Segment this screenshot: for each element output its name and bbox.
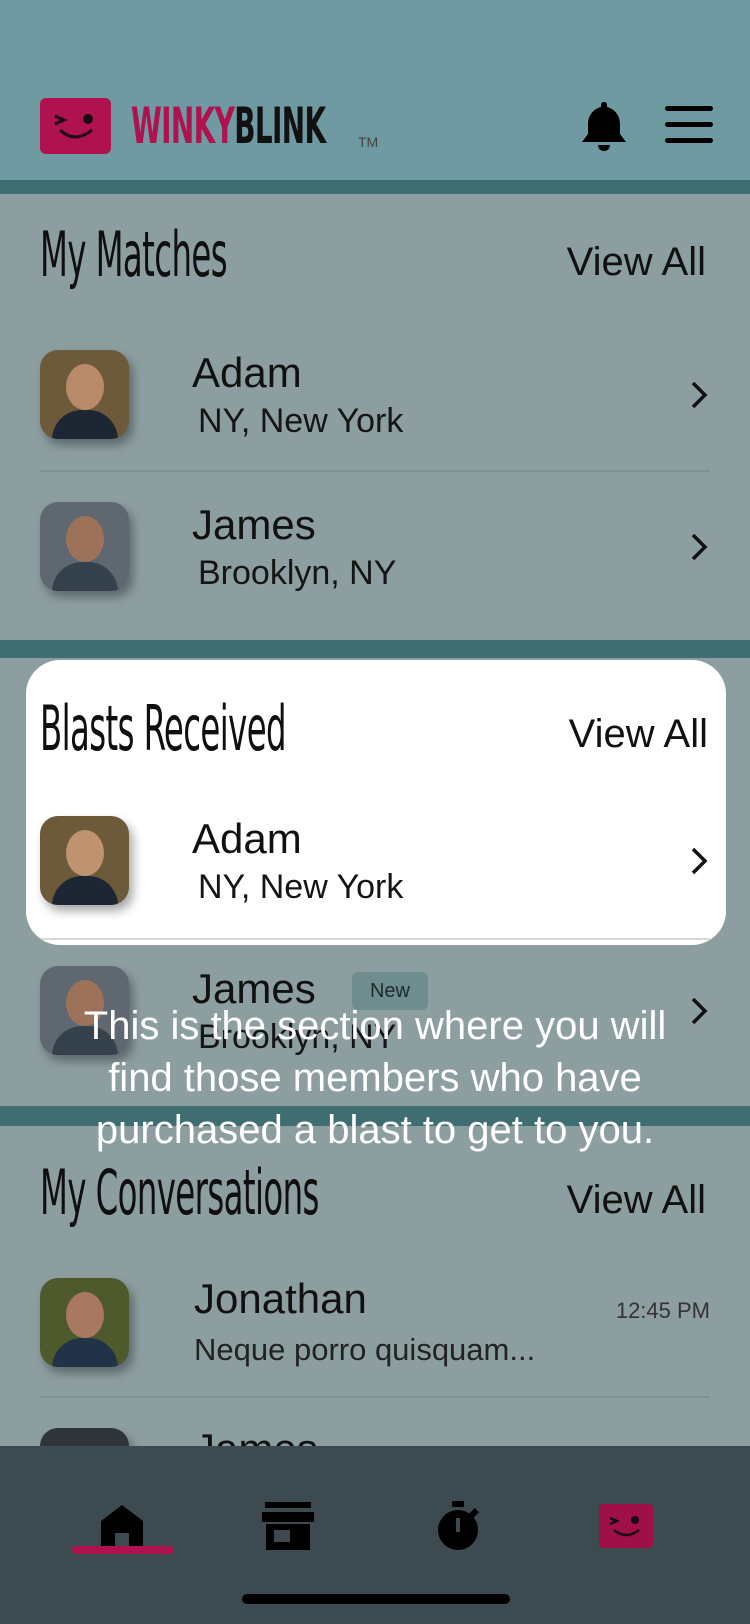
conversations-title: My Conversations [40,1156,319,1229]
winkyblink-face-icon [40,98,111,154]
chevron-right-icon [691,533,708,561]
chevron-right-icon [691,997,708,1025]
bell-icon[interactable] [579,100,629,152]
chevron-right-icon [691,381,708,409]
blasts-title: Blasts Received [40,692,287,765]
app-screen: WINKYBLINK TM My Matches View All Adam N… [0,0,750,1624]
tab-profile[interactable] [576,1486,676,1566]
conversation-name: James [194,1428,318,1446]
conversations-view-all-link[interactable]: View All [567,1180,706,1220]
tab-home[interactable] [72,1486,172,1566]
active-tab-indicator [72,1546,174,1554]
avatar [40,816,129,905]
app-header: WINKYBLINK TM [0,0,750,180]
conversation-row-jonathan[interactable]: Jonathan Neque porro quisquam... 12:45 P… [40,1278,710,1398]
matches-title: My Matches [40,218,228,291]
match-row-adam[interactable]: Adam NY, New York [40,349,710,472]
onboarding-tooltip-text: This is the section where you will find … [83,1004,667,1152]
avatar [40,350,129,439]
row-divider [40,1396,710,1398]
header-divider [0,180,750,194]
app-logo[interactable]: WINKYBLINK TM [40,98,445,154]
match-row-james[interactable]: James Brooklyn, NY [40,502,710,622]
row-divider [40,938,710,940]
matches-section: My Matches View All Adam NY, New York Ja… [0,194,750,640]
tab-store[interactable] [238,1486,338,1566]
conversation-row-james[interactable]: James [40,1428,710,1446]
match-location: Brooklyn, NY [198,554,397,592]
avatar [40,1428,129,1446]
winkyblink-face-icon [599,1504,653,1548]
logo-trademark: TM [358,134,379,150]
stopwatch-icon [438,1501,479,1550]
avatar [40,1278,129,1367]
conversation-preview: Neque porro quisquam... [194,1332,536,1367]
tab-timer[interactable] [408,1486,508,1566]
section-divider [0,640,750,658]
blast-name: Adam [192,815,302,862]
chevron-right-icon [691,847,708,875]
match-name: James [192,501,316,548]
conversation-name: Jonathan [194,1275,367,1322]
matches-view-all-link[interactable]: View All [567,242,706,282]
logo-part-winky: WINKY [131,97,235,155]
logo-part-blink: BLINK [234,97,326,155]
home-indicator[interactable] [242,1594,510,1604]
hamburger-menu-icon[interactable] [665,106,713,144]
home-icon [101,1505,143,1547]
row-divider [40,470,710,472]
logo-wordmark: WINKYBLINK [131,101,326,151]
avatar [40,502,129,591]
store-icon [262,1502,314,1550]
conversation-time: 12:45 PM [615,1298,710,1323]
conversations-section: My Conversations View All Jonathan Neque… [0,1126,750,1446]
match-name: Adam [192,349,302,396]
blasts-view-all-link[interactable]: View All [569,714,708,754]
blast-location: NY, New York [198,868,404,906]
bottom-tab-bar [0,1446,750,1624]
match-location: NY, New York [198,402,404,440]
blasts-spotlight-card: Blasts Received View All Adam NY, New Yo… [26,660,726,945]
blast-row-adam[interactable]: Adam NY, New York [40,815,710,940]
